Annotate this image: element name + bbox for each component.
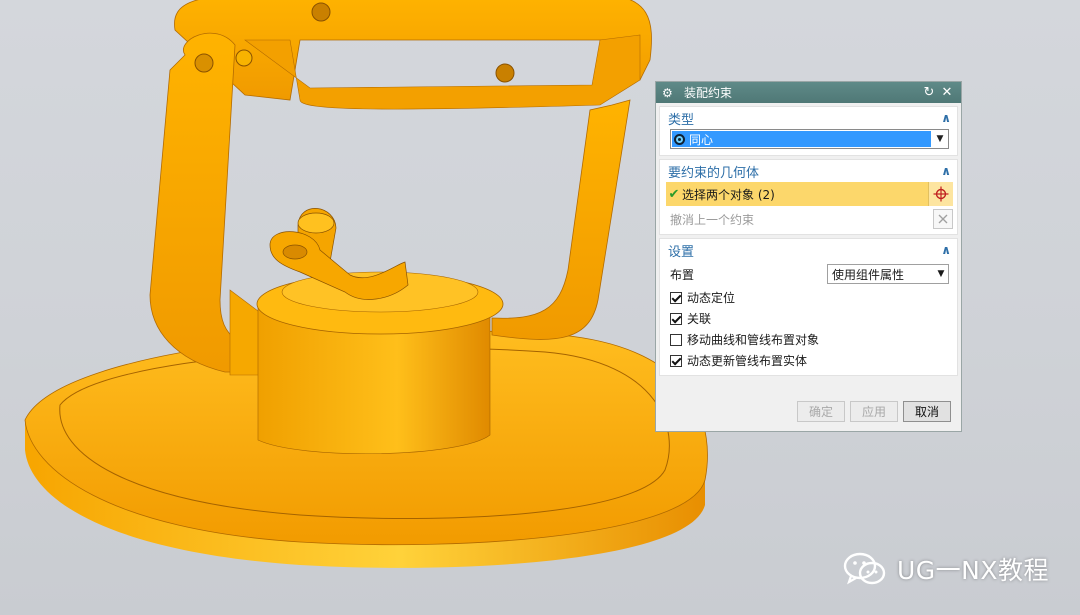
update-routing-checkbox[interactable] xyxy=(670,354,682,367)
update-routing-label: 动态更新管线布置实体 xyxy=(687,354,808,368)
watermark: UG一NX教程 xyxy=(843,551,1049,587)
type-section: 类型 ∧ 同心 ▼ xyxy=(659,106,958,156)
gear-icon: ⚙ xyxy=(662,85,673,100)
dialog-titlebar[interactable]: ⚙ 装配约束 ↻ ✕ xyxy=(656,82,961,103)
checkbox-row-update-routing[interactable]: 动态更新管线布置实体 xyxy=(660,350,957,371)
crosshair-select-icon[interactable] xyxy=(928,182,953,206)
dialog-title: 装配约束 xyxy=(684,86,733,100)
dropdown-arrow-icon[interactable]: ▼ xyxy=(932,130,948,148)
select-objects-label: 选择两个对象 (2) xyxy=(682,187,775,202)
reset-icon[interactable]: ↻ xyxy=(921,85,937,100)
checkmark-icon: ✔ xyxy=(668,186,680,202)
dynamic-positioning-label: 动态定位 xyxy=(687,291,736,305)
settings-section-label: 设置 xyxy=(668,244,695,260)
layout-select[interactable]: 使用组件属性 ▼ xyxy=(827,264,949,284)
geometry-section-label: 要约束的几何体 xyxy=(668,165,760,181)
associative-checkbox[interactable] xyxy=(670,312,682,325)
layout-label: 布置 xyxy=(670,267,695,282)
dropdown-arrow-icon[interactable]: ▼ xyxy=(934,269,948,279)
chevron-up-icon[interactable]: ∧ xyxy=(941,164,951,178)
undo-constraint-icon[interactable] xyxy=(933,209,953,229)
select-objects-row[interactable]: ✔ 选择两个对象 (2) xyxy=(666,182,953,206)
type-section-header[interactable]: 类型 ∧ xyxy=(660,107,957,129)
concentric-icon xyxy=(674,133,685,145)
checkbox-row-dynamic-positioning[interactable]: 动态定位 xyxy=(660,287,957,308)
constraint-type-select[interactable]: 同心 ▼ xyxy=(670,129,949,149)
dialog-footer: 确定 应用 取消 xyxy=(656,391,961,431)
chevron-up-icon[interactable]: ∧ xyxy=(941,111,951,125)
ok-button[interactable]: 确定 xyxy=(797,400,845,422)
checkbox-row-move-curves[interactable]: 移动曲线和管线布置对象 xyxy=(660,329,957,350)
settings-section: 设置 ∧ 布置 使用组件属性 ▼ 动态定位 关联 移动曲线和管线布置对象 动态更… xyxy=(659,238,958,376)
chevron-up-icon[interactable]: ∧ xyxy=(941,243,951,257)
constraint-type-value: 同心 xyxy=(689,132,714,147)
assembly-constraints-dialog: ⚙ 装配约束 ↻ ✕ 类型 ∧ 同心 ▼ 要约束的几何体 ∧ ✔ 选择两个对象 … xyxy=(655,81,962,432)
settings-section-header[interactable]: 设置 ∧ xyxy=(660,239,957,261)
checkbox-row-associative[interactable]: 关联 xyxy=(660,308,957,329)
undo-last-constraint-row: 撤消上一个约束 xyxy=(666,208,953,230)
geometry-section: 要约束的几何体 ∧ ✔ 选择两个对象 (2) 撤消上一个约束 xyxy=(659,159,958,235)
move-curves-label: 移动曲线和管线布置对象 xyxy=(687,333,820,347)
apply-button[interactable]: 应用 xyxy=(850,400,898,422)
cancel-button[interactable]: 取消 xyxy=(903,400,951,422)
watermark-text: UG一NX教程 xyxy=(897,556,1049,585)
undo-last-constraint-label: 撤消上一个约束 xyxy=(670,212,755,227)
layout-select-value: 使用组件属性 xyxy=(832,267,905,282)
close-icon[interactable]: ✕ xyxy=(939,85,955,100)
associative-label: 关联 xyxy=(687,312,712,326)
wechat-icon xyxy=(843,552,886,585)
cylinder-boss xyxy=(256,271,504,455)
dynamic-positioning-checkbox[interactable] xyxy=(670,291,682,304)
move-curves-checkbox[interactable] xyxy=(670,333,682,346)
geometry-section-header[interactable]: 要约束的几何体 ∧ xyxy=(660,160,957,182)
type-section-label: 类型 xyxy=(668,112,695,128)
